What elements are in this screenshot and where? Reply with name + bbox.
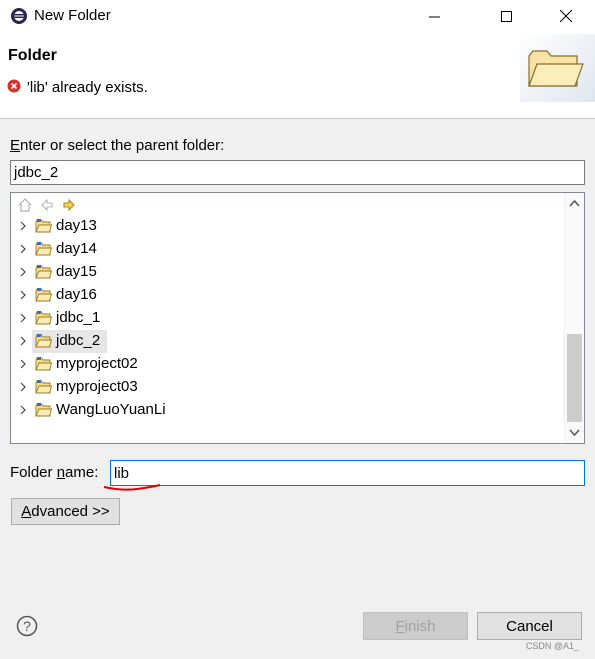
parent-label-post: nter or select the parent folder:	[20, 137, 225, 154]
project-folder-icon	[35, 311, 52, 325]
svg-text:?: ?	[23, 618, 31, 634]
chevron-right-icon[interactable]	[19, 382, 27, 392]
title-bar: New Folder	[0, 0, 595, 32]
back-arrow-icon[interactable]	[39, 197, 55, 213]
tree-item-label: myproject02	[56, 355, 138, 372]
folder-name-input[interactable]: lib	[110, 460, 585, 486]
parent-folder-label: Enter or select the parent folder:	[10, 137, 224, 154]
tree-item-label: myproject03	[56, 378, 138, 395]
project-folder-icon	[35, 265, 52, 279]
wizard-header: Folder 'lib' already exists.	[0, 32, 595, 119]
finish-label: inish	[404, 617, 436, 635]
help-icon[interactable]: ?	[16, 615, 38, 637]
chevron-right-icon[interactable]	[19, 336, 27, 346]
project-folder-icon	[35, 380, 52, 394]
parent-label-mnemonic: E	[10, 137, 21, 154]
error-icon	[7, 79, 21, 93]
project-folder-icon	[35, 242, 52, 256]
tree-item-label: day16	[56, 286, 97, 303]
tree-item[interactable]: day15	[11, 261, 561, 284]
folder-banner-icon	[528, 50, 584, 87]
tree-item-label: jdbc_2	[56, 332, 101, 349]
parent-folder-value: jdbc_2	[14, 164, 59, 181]
project-folder-icon	[35, 288, 52, 302]
maximize-button[interactable]	[483, 0, 529, 32]
project-folder-icon	[35, 334, 52, 348]
watermark: CSDN @A1_	[525, 641, 579, 651]
page-title: Folder	[8, 47, 57, 64]
folder-name-label-pre: Folder	[10, 464, 57, 481]
folder-name-label-mnemonic: n	[56, 464, 66, 481]
cancel-button[interactable]: Cancel	[477, 612, 582, 640]
minimize-icon	[428, 16, 440, 17]
tree-item-label: WangLuoYuanLi	[56, 401, 166, 418]
folder-tree[interactable]: day13 day14 day15 day16 jdbc_1 jdbc_2 myprojec…	[10, 192, 585, 444]
tree-item[interactable]: day14	[11, 238, 561, 261]
folder-name-value: lib	[114, 464, 130, 482]
chevron-right-icon[interactable]	[19, 313, 27, 323]
chevron-right-icon[interactable]	[19, 221, 27, 231]
project-folder-icon	[35, 357, 52, 371]
finish-button[interactable]: Finish	[363, 612, 468, 640]
close-button[interactable]	[543, 0, 589, 32]
folder-name-label-post: ame:	[65, 464, 99, 481]
forward-arrow-icon[interactable]	[61, 197, 77, 213]
maximize-icon	[500, 10, 512, 22]
chevron-right-icon[interactable]	[19, 244, 27, 254]
home-icon[interactable]	[17, 197, 33, 213]
tree-item[interactable]: myproject02	[11, 353, 561, 376]
chevron-right-icon[interactable]	[19, 405, 27, 415]
advanced-label: dvanced >>	[31, 503, 110, 520]
parent-folder-input[interactable]: jdbc_2	[10, 160, 585, 185]
project-folder-icon	[35, 219, 52, 233]
advanced-mnemonic: A	[21, 503, 32, 520]
tree-item[interactable]: myproject03	[11, 376, 561, 399]
tree-item[interactable]: day13	[11, 215, 561, 238]
minimize-button[interactable]	[411, 0, 457, 32]
scroll-up-icon[interactable]	[569, 199, 580, 207]
scroll-down-icon[interactable]	[569, 429, 580, 437]
tree-item[interactable]: WangLuoYuanLi	[11, 399, 561, 422]
advanced-button[interactable]: Advanced >>	[11, 498, 120, 525]
close-icon	[560, 10, 572, 22]
tree-item[interactable]: day16	[11, 284, 561, 307]
tree-item[interactable]: jdbc_1	[11, 307, 561, 330]
tree-item-label: day13	[56, 217, 97, 234]
scrollbar-thumb[interactable]	[567, 334, 582, 422]
tree-item-label: jdbc_1	[56, 309, 101, 326]
red-underline-annotation	[103, 484, 161, 491]
chevron-right-icon[interactable]	[19, 290, 27, 300]
tree-item-label: day14	[56, 240, 97, 257]
tree-item-label: day15	[56, 263, 97, 280]
folder-name-label: Folder name:	[10, 464, 98, 481]
chevron-right-icon[interactable]	[19, 267, 27, 277]
chevron-right-icon[interactable]	[19, 359, 27, 369]
window-title: New Folder	[34, 7, 111, 24]
tree-toolbar	[17, 196, 77, 214]
error-message: 'lib' already exists.	[27, 79, 148, 96]
cancel-label: Cancel	[506, 617, 553, 635]
eclipse-app-icon	[11, 8, 27, 24]
tree-item[interactable]: jdbc_2	[11, 330, 561, 353]
wizard-banner	[520, 34, 595, 102]
tree-vertical-scrollbar[interactable]	[564, 193, 584, 443]
finish-mnemonic: F	[395, 617, 405, 635]
project-folder-icon	[35, 403, 52, 417]
